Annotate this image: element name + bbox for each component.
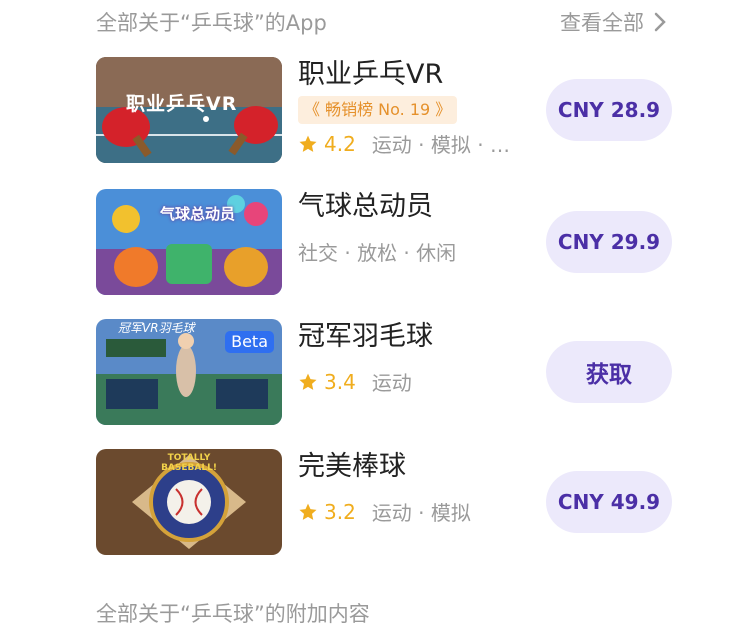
app-info: 职业乒乓VR 《 畅销榜 No. 19 》 4.2 运动 · 模拟 · …	[298, 57, 534, 158]
section-header: 全部关于“乒乓球”的App 查看全部	[96, 6, 666, 38]
thumbnail-title: 职业乒乓VR	[126, 93, 238, 115]
app-item-pingpong-vr[interactable]: 职业乒乓VR 职业乒乓VR 《 畅销榜 No. 19 》 4.2 运动 · 模拟…	[96, 57, 672, 163]
rating-value: 3.4	[324, 369, 356, 394]
app-meta: 4.2 运动 · 模拟 · …	[298, 129, 534, 158]
star-icon	[299, 135, 317, 152]
app-name: 完美棒球	[298, 451, 406, 482]
price-button[interactable]: CNY 28.9	[546, 79, 672, 141]
star-icon	[299, 373, 317, 390]
app-info: 完美棒球 3.2 运动 · 模拟	[298, 449, 534, 526]
app-name: 职业乒乓VR	[298, 59, 444, 90]
app-name: 冠军羽毛球	[298, 321, 433, 352]
app-name: 气球总动员	[298, 191, 433, 222]
get-button[interactable]: 获取	[546, 341, 672, 403]
thumbnail-title: 冠军VR羽毛球	[118, 321, 195, 335]
chevron-right-icon	[654, 12, 666, 32]
price-button[interactable]: CNY 29.9	[546, 211, 672, 273]
price-button[interactable]: CNY 49.9	[546, 471, 672, 533]
rating-value: 3.2	[324, 499, 356, 524]
app-info: 气球总动员 社交 · 放松 · 休闲	[298, 189, 534, 266]
thumbnail-title: TOTALLY BASEBALL!	[161, 453, 217, 473]
app-item-baseball[interactable]: TOTALLY BASEBALL! 完美棒球 3.2 运动 · 模拟 CNY 4…	[96, 449, 672, 555]
star-icon	[299, 503, 317, 520]
app-thumbnail[interactable]: 气球总动员	[96, 189, 282, 295]
app-meta: 3.2 运动 · 模拟	[298, 497, 534, 526]
rating-value: 4.2	[324, 131, 356, 156]
rank-badge: 《 畅销榜 No. 19 》	[298, 96, 458, 124]
see-all-link[interactable]: 查看全部	[560, 7, 666, 37]
app-tags: 运动	[371, 371, 412, 395]
see-all-label: 查看全部	[560, 11, 644, 35]
app-meta: 3.4 运动	[298, 367, 534, 396]
app-tags: 社交 · 放松 · 休闲	[298, 241, 457, 265]
addons-section-title: 全部关于“乒乓球”的附加内容	[96, 602, 370, 626]
app-thumbnail[interactable]: 职业乒乓VR	[96, 57, 282, 163]
beta-badge: Beta	[225, 331, 274, 353]
app-item-badminton[interactable]: 冠军VR羽毛球 Beta 冠军羽毛球 3.4 运动 获取	[96, 319, 672, 425]
app-meta: 社交 · 放松 · 休闲	[298, 237, 534, 266]
app-thumbnail[interactable]: 冠军VR羽毛球 Beta	[96, 319, 282, 425]
app-item-balloon[interactable]: 气球总动员 气球总动员 社交 · 放松 · 休闲 CNY 29.9	[96, 189, 672, 295]
app-tags: 运动 · 模拟	[371, 501, 471, 525]
app-tags: 运动 · 模拟 · …	[371, 133, 510, 157]
app-info: 冠军羽毛球 3.4 运动	[298, 319, 534, 396]
section-title: 全部关于“乒乓球”的App	[96, 11, 327, 35]
app-thumbnail[interactable]: TOTALLY BASEBALL!	[96, 449, 282, 555]
thumbnail-title: 气球总动员	[160, 205, 236, 223]
